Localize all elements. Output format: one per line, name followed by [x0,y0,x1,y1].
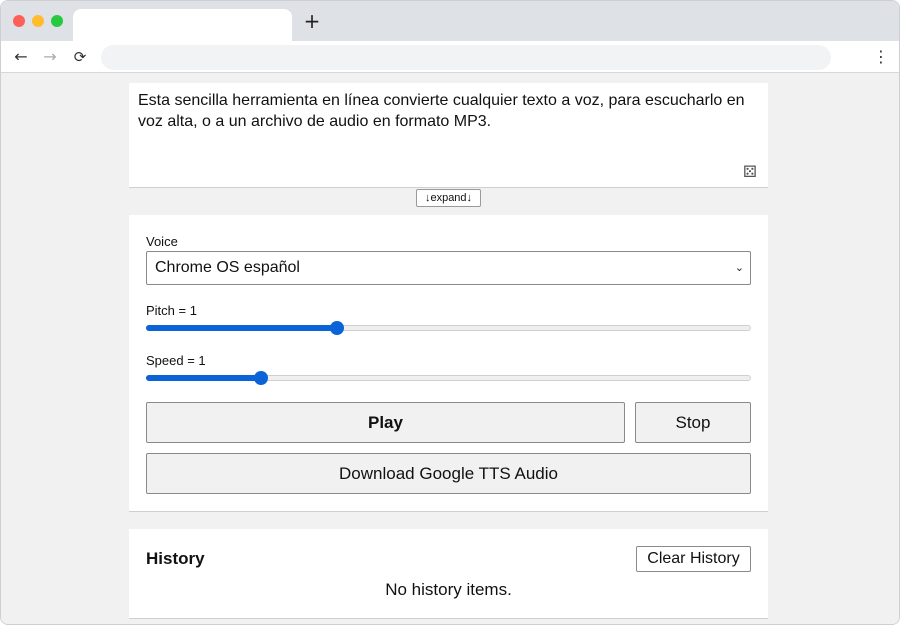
history-empty-message: No history items. [385,580,512,599]
pitch-slider-fill [146,325,337,331]
browser-toolbar: ← → ⟳ ⋮ [1,41,899,73]
forward-arrow-icon[interactable]: → [40,47,60,67]
address-bar[interactable] [101,45,831,70]
new-tab-button[interactable]: + [303,11,321,31]
speed-slider-thumb[interactable] [253,371,268,385]
play-button[interactable]: Play [146,402,625,443]
close-window-button[interactable] [13,15,25,27]
page-content: Esta sencilla herramienta en línea convi… [1,74,899,624]
minimize-window-button[interactable] [32,15,44,27]
voice-select[interactable]: Chrome OS español ⌄ [146,251,751,285]
back-arrow-icon[interactable]: ← [11,47,31,67]
speed-label: Speed = 1 [146,353,206,368]
text-input-area[interactable]: Esta sencilla herramienta en línea convi… [129,83,768,188]
history-title: History [146,549,205,568]
maximize-window-button[interactable] [51,15,63,27]
stop-button[interactable]: Stop [635,402,751,443]
speed-slider-fill [146,375,261,381]
voice-select-value: Chrome OS español [155,259,300,276]
clear-history-button[interactable]: Clear History [636,546,751,572]
voice-controls-panel: Voice Chrome OS español ⌄ Pitch = 1 Spee… [129,215,768,512]
chevron-down-icon: ⌄ [734,261,744,274]
pitch-slider[interactable] [146,320,751,336]
dice-icon[interactable]: ⚄ [741,163,759,181]
pitch-label: Pitch = 1 [146,303,197,318]
speed-slider[interactable] [146,370,751,386]
reload-icon[interactable]: ⟳ [70,47,90,67]
active-tab[interactable] [73,9,292,41]
text-input-value[interactable]: Esta sencilla herramienta en línea convi… [138,90,748,132]
history-panel: History Clear History No history items. [129,529,768,619]
tab-strip: + [1,1,899,41]
download-audio-button[interactable]: Download Google TTS Audio [146,453,751,494]
kebab-menu-icon[interactable]: ⋮ [871,47,891,67]
pitch-slider-thumb[interactable] [329,321,344,335]
expand-button[interactable]: ↓expand↓ [416,189,481,207]
voice-label: Voice [146,234,178,249]
browser-window: + ← → ⟳ ⋮ Esta sencilla herramienta en l… [0,0,900,625]
